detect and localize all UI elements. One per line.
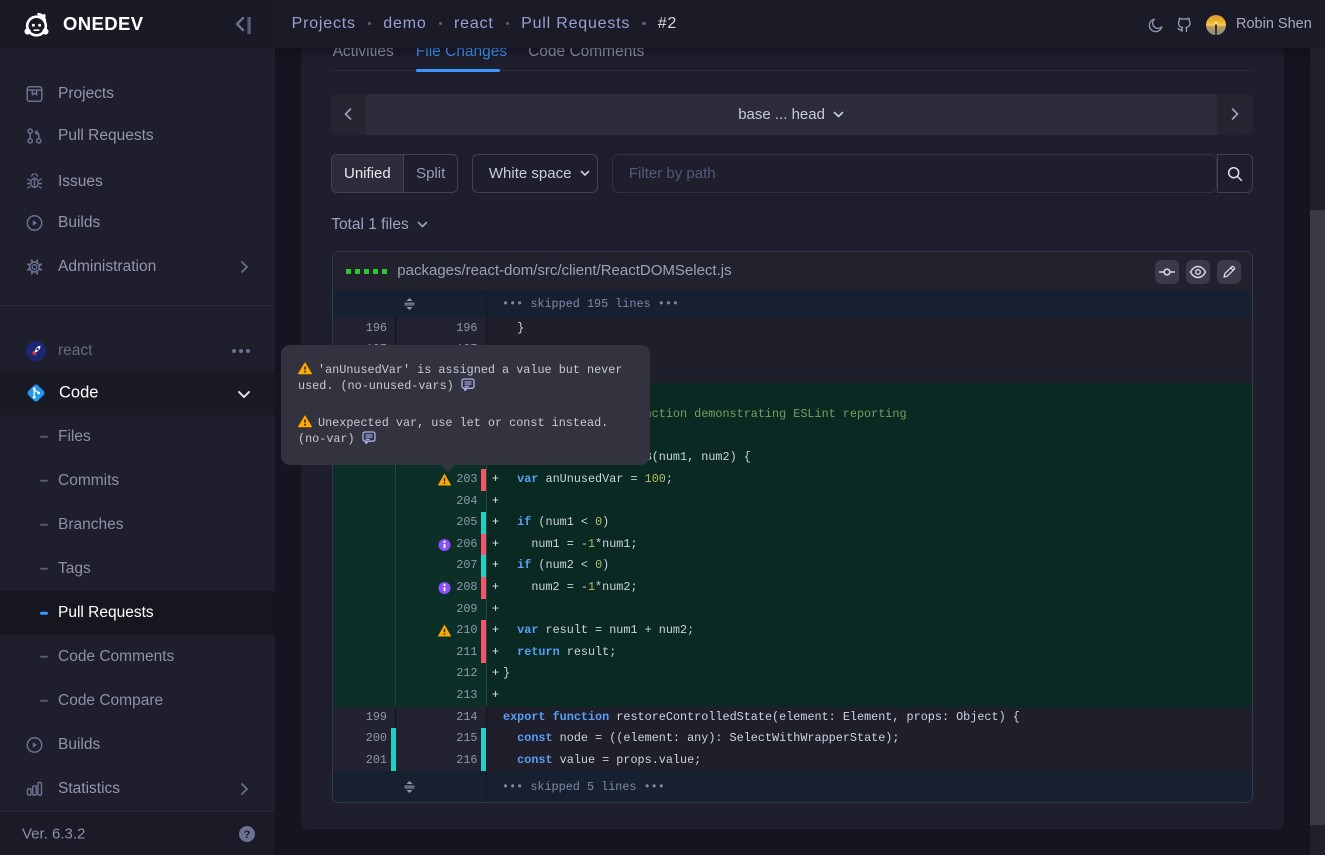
svg-text:?: ? [244, 829, 251, 841]
